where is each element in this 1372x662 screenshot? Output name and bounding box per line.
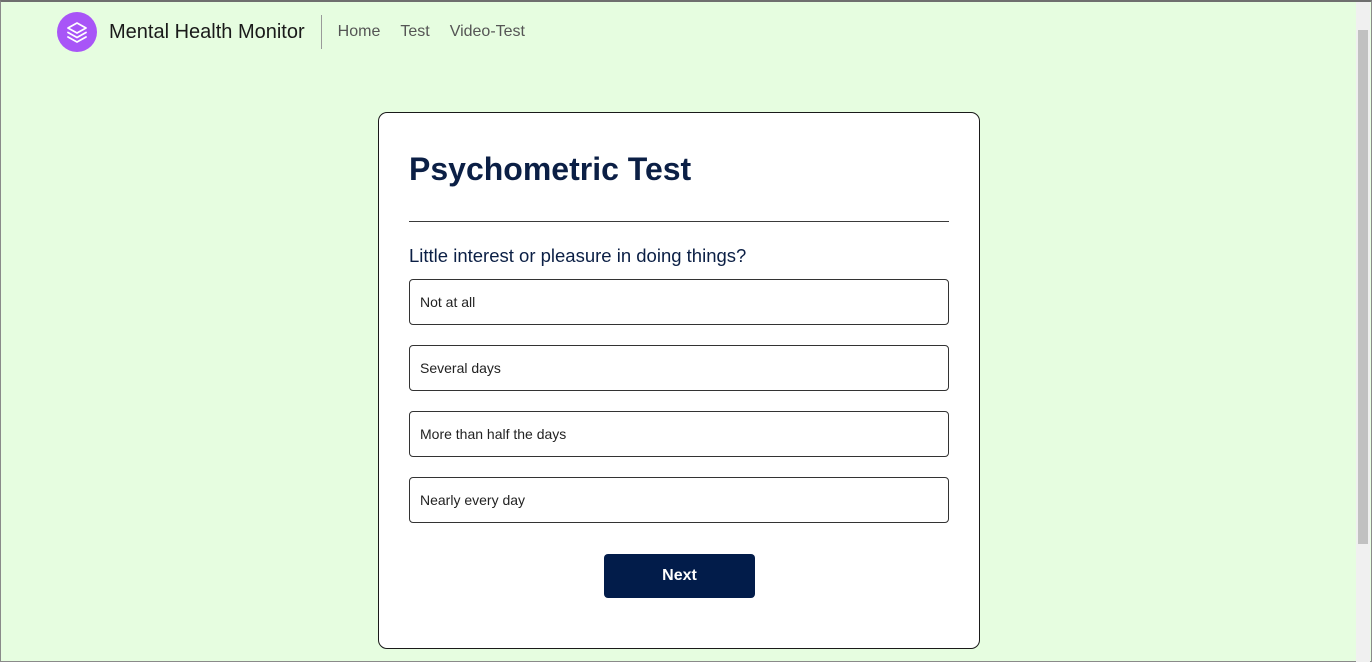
logo[interactable] [57, 12, 97, 52]
nav-test[interactable]: Test [400, 12, 429, 52]
option-label: More than half the days [420, 426, 567, 442]
divider [409, 221, 949, 222]
brand-title[interactable]: Mental Health Monitor [109, 15, 322, 49]
header: Mental Health Monitor Home Test Video-Te… [57, 12, 545, 52]
option-label: Several days [420, 360, 501, 376]
option-label: Nearly every day [420, 492, 526, 508]
option-several-days[interactable]: Several days [409, 345, 949, 391]
scroll-thumb[interactable] [1358, 30, 1368, 544]
vertical-scrollbar[interactable] [1356, 2, 1370, 662]
nav-video-test[interactable]: Video-Test [450, 12, 525, 52]
option-label: Not at all [420, 294, 476, 310]
option-more-than-half[interactable]: More than half the days [409, 411, 949, 457]
nav-home[interactable]: Home [338, 12, 381, 52]
main-nav: Home Test Video-Test [338, 12, 545, 52]
test-card: Psychometric Test Little interest or ple… [378, 112, 980, 649]
next-button[interactable]: Next [604, 554, 755, 598]
option-not-at-all[interactable]: Not at all [409, 279, 949, 325]
layers-icon [67, 22, 87, 43]
page-title: Psychometric Test [409, 151, 692, 187]
question-text: Little interest or pleasure in doing thi… [409, 245, 747, 266]
option-nearly-every-day[interactable]: Nearly every day [409, 477, 949, 523]
browser-viewport: Mental Health Monitor Home Test Video-Te… [0, 0, 1372, 662]
